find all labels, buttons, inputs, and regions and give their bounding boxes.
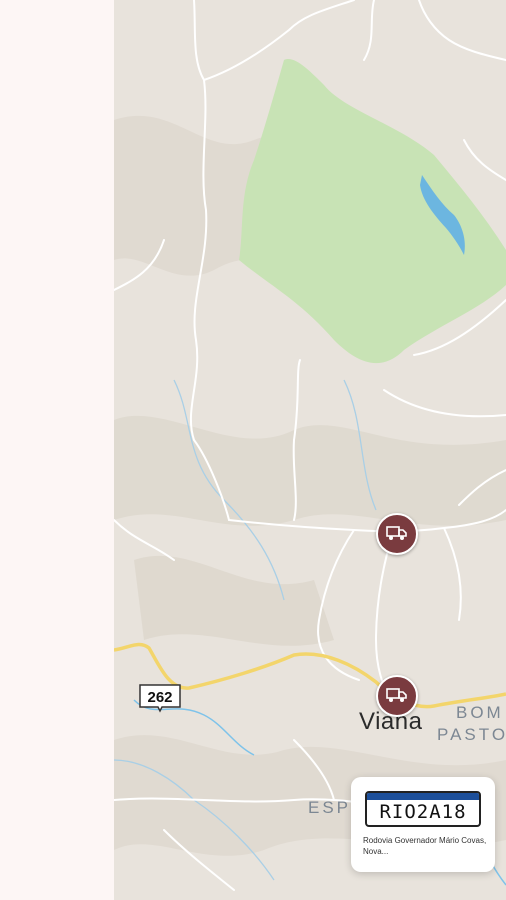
vehicle-marker[interactable] xyxy=(376,675,418,717)
vehicle-marker[interactable] xyxy=(376,513,418,555)
license-plate: RIO2A18 xyxy=(365,791,481,827)
district-label-bom: BOM xyxy=(456,703,504,722)
map-base-layer xyxy=(114,0,506,900)
vehicle-info-card[interactable]: RIO2A18 Rodovia Governador Mário Covas, … xyxy=(351,777,495,872)
truck-icon xyxy=(386,526,407,540)
district-label-esp: ESP xyxy=(308,798,352,817)
side-panel xyxy=(0,0,114,900)
plate-number: RIO2A18 xyxy=(379,801,467,823)
map-view[interactable]: 262 BOM PASTO ESP Viana xyxy=(114,0,506,900)
truck-icon xyxy=(386,688,407,702)
plate-strip xyxy=(367,793,479,800)
screen: 262 BOM PASTO ESP Viana RIO2A18 Rodovia … xyxy=(0,0,506,900)
route-262-shield: 262 xyxy=(138,683,182,713)
district-label-pasto: PASTO xyxy=(437,725,506,744)
route-number: 262 xyxy=(147,689,173,706)
vehicle-address: Rodovia Governador Mário Covas, Nova... xyxy=(363,836,487,856)
